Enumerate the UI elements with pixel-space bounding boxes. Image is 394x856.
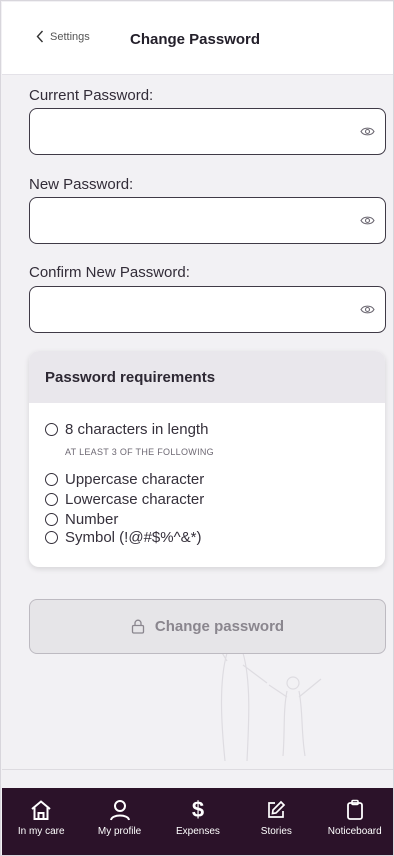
divider (2, 769, 393, 770)
eye-icon[interactable] (360, 304, 375, 315)
current-password-label: Current Password: (29, 87, 154, 104)
new-password-field[interactable] (29, 197, 386, 244)
unchecked-circle-icon (45, 493, 58, 506)
clipboard-icon (346, 798, 364, 822)
nav-item-my-profile[interactable]: My profile (83, 798, 157, 837)
confirm-password-field[interactable] (29, 286, 386, 333)
requirement-label: Symbol (!@#$%^&*) (65, 529, 202, 546)
requirement-symbol: Symbol (!@#$%^&*) (45, 529, 201, 546)
bottom-nav: In my care My profile $ Expenses Stories… (2, 788, 393, 855)
nav-label: Expenses (176, 826, 220, 837)
nav-item-expenses[interactable]: $ Expenses (161, 797, 235, 837)
requirements-title: Password requirements (29, 351, 385, 403)
eye-icon[interactable] (360, 215, 375, 226)
new-password-label: New Password: (29, 176, 134, 193)
eye-icon[interactable] (360, 126, 375, 137)
requirement-lowercase: Lowercase character (45, 491, 204, 508)
change-password-button[interactable]: Change password (29, 599, 386, 654)
home-icon (30, 798, 52, 822)
nav-label: Noticeboard (327, 826, 382, 837)
unchecked-circle-icon (45, 513, 58, 526)
unchecked-circle-icon (45, 531, 58, 544)
unchecked-circle-icon (45, 423, 58, 436)
app-screen: Settings Change Password Current Passwor… (0, 0, 394, 856)
edit-icon (266, 798, 286, 822)
nav-label: My profile (97, 826, 142, 837)
header: Settings Change Password (2, 2, 393, 75)
requirement-label: Number (65, 511, 119, 528)
chevron-left-icon (36, 30, 44, 43)
requirement-number: Number (45, 511, 118, 528)
requirement-label: Lowercase character (65, 491, 205, 508)
page-title: Change Password (130, 31, 261, 48)
nav-item-noticeboard[interactable]: Noticeboard (318, 798, 392, 837)
unchecked-circle-icon (45, 473, 58, 486)
lock-icon (131, 619, 145, 634)
change-password-label: Change password (154, 618, 285, 635)
requirement-uppercase: Uppercase character (45, 471, 204, 488)
password-requirements-card: Password requirements 8 characters in le… (29, 351, 385, 567)
nav-item-in-my-care[interactable]: In my care (4, 798, 78, 837)
back-button[interactable]: Settings (36, 30, 90, 43)
current-password-field[interactable] (29, 108, 386, 155)
requirement-length: 8 characters in length (45, 421, 208, 438)
person-icon (109, 798, 131, 822)
nav-label: Stories (260, 826, 292, 837)
dollar-icon: $ (191, 797, 205, 822)
nav-item-stories[interactable]: Stories (239, 798, 313, 837)
requirement-label: 8 characters in length (65, 421, 209, 438)
requirements-subtitle: AT LEAST 3 OF THE FOLLOWING (65, 447, 214, 457)
confirm-password-label: Confirm New Password: (29, 264, 190, 281)
back-label: Settings (50, 30, 90, 43)
requirement-label: Uppercase character (65, 471, 205, 488)
nav-label: In my care (17, 826, 65, 837)
